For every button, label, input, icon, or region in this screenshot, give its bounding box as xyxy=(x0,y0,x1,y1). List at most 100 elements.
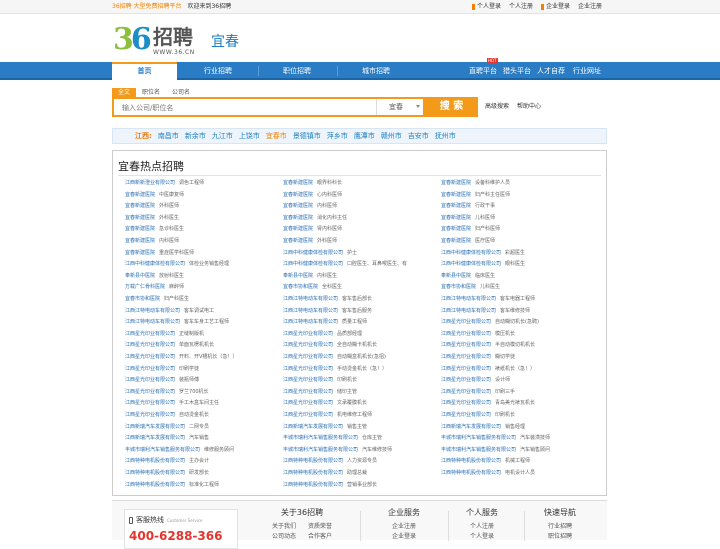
company-link[interactable]: 江西江特电动车有限公司 xyxy=(441,308,496,314)
company-link[interactable]: 奉新县中医院 xyxy=(125,273,155,279)
job-link[interactable]: 全自动糊卡机机长 xyxy=(337,342,377,348)
job-link[interactable]: 客车电器工程师 xyxy=(500,296,535,302)
company-link[interactable]: 江西星光印业有限公司 xyxy=(125,412,175,418)
job-link[interactable]: 调色工程师 xyxy=(179,180,204,186)
job-link[interactable]: 质量工程师 xyxy=(342,319,367,325)
job-link[interactable]: 体检业务销售经理 xyxy=(189,261,229,267)
city-link[interactable]: 宜春市 xyxy=(266,129,287,143)
job-link[interactable]: 人力资源专员 xyxy=(347,458,377,464)
tab-company-name[interactable]: 公司名 xyxy=(166,88,196,97)
company-link[interactable]: 江西星光印业有限公司 xyxy=(441,366,491,372)
company-link[interactable]: 奉新县中医院 xyxy=(283,273,313,279)
company-link[interactable]: 丰城市瑞利汽车销售服务有限公司 xyxy=(441,435,516,441)
job-link[interactable]: 客车售后部长 xyxy=(342,296,372,302)
company-link[interactable]: 江西星光印业有限公司 xyxy=(125,389,175,395)
nav-industry-sites[interactable]: 行业网址 xyxy=(572,62,602,80)
job-link[interactable]: 消化内科主任 xyxy=(317,215,347,221)
job-link[interactable]: 印刷机长 xyxy=(495,412,515,418)
company-link[interactable]: 江西特种电机股份有限公司 xyxy=(125,482,185,488)
company-link[interactable]: 宜春新建医院 xyxy=(441,180,471,186)
job-link[interactable]: 仓库主管 xyxy=(362,435,382,441)
company-link[interactable]: 江西特种电机股份有限公司 xyxy=(441,458,501,464)
job-link[interactable]: 客车维修技师 xyxy=(500,308,530,314)
job-link[interactable]: 心内科医师 xyxy=(317,192,342,198)
nav-city[interactable]: 城市招聘 xyxy=(341,62,411,80)
company-link[interactable]: 宜春新建医院 xyxy=(441,238,471,244)
city-link[interactable]: 吉安市 xyxy=(408,129,429,143)
company-link[interactable]: 江西中科健康体检有限公司 xyxy=(283,250,343,256)
company-link[interactable]: 宜春新建医院 xyxy=(125,192,155,198)
job-link[interactable]: 汽车销售顾问 xyxy=(520,447,550,453)
company-link[interactable]: 宜春新建医院 xyxy=(283,180,313,186)
company-link[interactable]: 宜春新建医院 xyxy=(125,238,155,244)
company-link[interactable]: 江西新瑞汽车发展有限公司 xyxy=(441,424,501,430)
search-input[interactable] xyxy=(122,101,372,114)
job-link[interactable]: 印刷三手 xyxy=(495,389,515,395)
company-link[interactable]: 江西江特电动车有限公司 xyxy=(283,319,338,325)
company-link[interactable]: 江西星光印业有限公司 xyxy=(125,377,175,383)
company-link[interactable]: 江西星光印业有限公司 xyxy=(283,342,333,348)
company-link[interactable]: 宜春新建医院 xyxy=(125,250,155,256)
company-login-link[interactable]: 企业登录 xyxy=(540,0,570,14)
company-link[interactable]: 宜春新建医院 xyxy=(283,192,313,198)
job-link[interactable]: 医疗医师 xyxy=(475,238,495,244)
job-link[interactable]: 自动烫金机长 xyxy=(179,412,209,418)
footer-link-honors[interactable]: 资质荣誉 xyxy=(308,522,332,532)
company-link[interactable]: 江西星光印业有限公司 xyxy=(125,366,175,372)
company-link[interactable]: 江西中科健康体检有限公司 xyxy=(125,261,185,267)
job-link[interactable]: 麻醉师 xyxy=(169,284,184,290)
city-link[interactable]: 萍乡市 xyxy=(327,129,348,143)
nav-industry[interactable]: 行业招聘 xyxy=(183,62,253,80)
job-link[interactable]: 半自动模切机机长 xyxy=(495,342,535,348)
footer-link-position[interactable]: 职位招聘 xyxy=(530,532,590,542)
job-link[interactable]: 临床医生 xyxy=(475,273,495,279)
footer-link-partners[interactable]: 合作客户 xyxy=(308,532,332,542)
job-link[interactable]: 营销事业部长 xyxy=(347,482,377,488)
company-link[interactable]: 万载广仁骨科医院 xyxy=(125,284,165,290)
job-link[interactable]: 外科医生 xyxy=(159,215,179,221)
company-link[interactable]: 江西新新澄业有限公司 xyxy=(125,180,175,186)
company-link[interactable]: 宜春新建医院 xyxy=(441,203,471,209)
job-link[interactable]: 中医康复师 xyxy=(159,192,184,198)
company-link[interactable]: 江西星光印业有限公司 xyxy=(441,389,491,395)
company-link[interactable]: 宜春新建医院 xyxy=(125,226,155,232)
job-link[interactable]: 自动糊盒机机长(急招) xyxy=(337,354,386,360)
job-link[interactable]: 内科医师 xyxy=(317,203,337,209)
company-link[interactable]: 江西中科健康体检有限公司 xyxy=(283,261,343,267)
job-link[interactable]: 印刷机长 xyxy=(337,377,357,383)
job-link[interactable]: 眼科医生 xyxy=(505,261,525,267)
job-link[interactable]: 装瓶师傅 xyxy=(179,377,199,383)
help-center-link[interactable]: 帮助中心 xyxy=(517,103,541,110)
job-link[interactable]: 文承覆膜机长 xyxy=(337,400,367,406)
company-link[interactable]: 江西星光印业有限公司 xyxy=(283,389,333,395)
nav-headhunter[interactable]: 猎头平台 xyxy=(502,62,532,80)
job-link[interactable]: 外科医师 xyxy=(159,203,179,209)
company-link[interactable]: 江西特种电机股份有限公司 xyxy=(125,470,185,476)
company-link[interactable]: 江西江特电动车有限公司 xyxy=(125,319,180,325)
city-select[interactable]: 宜春 xyxy=(376,99,425,115)
job-link[interactable]: 手动烫金机长（急！） xyxy=(337,366,387,372)
job-link[interactable]: 模压机长 xyxy=(495,331,515,337)
job-link[interactable]: 机械工程师 xyxy=(505,458,530,464)
job-link[interactable]: 重症医学科医师 xyxy=(159,250,194,256)
company-link[interactable]: 江西江特电动车有限公司 xyxy=(283,296,338,302)
job-link[interactable]: 主办会计 xyxy=(189,458,209,464)
footer-link-industry[interactable]: 行业招聘 xyxy=(530,522,590,532)
job-link[interactable]: 护士 xyxy=(347,250,357,256)
company-link[interactable]: 宜春新建医院 xyxy=(283,238,313,244)
company-link[interactable]: 江西江特电动车有限公司 xyxy=(283,308,338,314)
job-link[interactable]: 手工木盒车间主任 xyxy=(179,400,219,406)
city-link[interactable]: 南昌市 xyxy=(158,129,179,143)
company-link[interactable]: 宜春新建医院 xyxy=(283,226,313,232)
company-link[interactable]: 宜春新建医院 xyxy=(125,215,155,221)
job-link[interactable]: 研发部长 xyxy=(189,470,209,476)
company-link[interactable]: 丰城市瑞利汽车销售服务有限公司 xyxy=(441,447,516,453)
job-link[interactable]: 助理总裁 xyxy=(347,470,367,476)
job-link[interactable]: 内科医师 xyxy=(159,238,179,244)
footer-link-about[interactable]: 关于我们 xyxy=(272,522,296,532)
city-link[interactable]: 鹰潭市 xyxy=(354,129,375,143)
job-link[interactable]: 开料、开V槽机长（急！） xyxy=(179,354,237,360)
job-link[interactable]: 儿科医生 xyxy=(480,284,500,290)
company-link[interactable]: 江西星光印业有限公司 xyxy=(441,400,491,406)
job-link[interactable]: 放射科医生 xyxy=(159,273,184,279)
